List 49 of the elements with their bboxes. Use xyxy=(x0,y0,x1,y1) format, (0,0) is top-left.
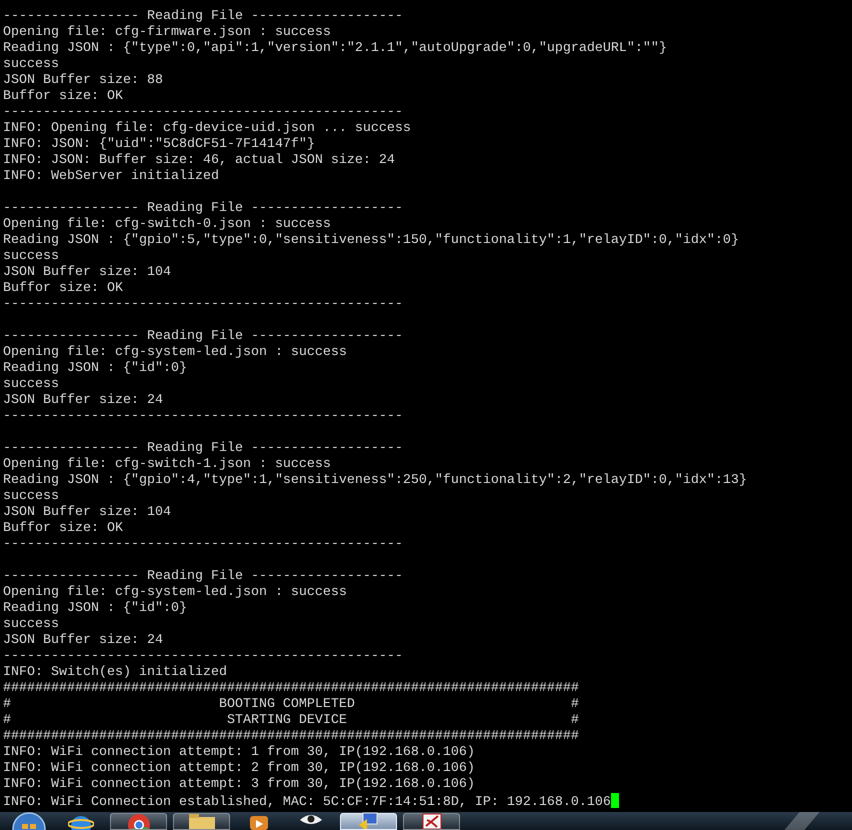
terminal-line: INFO: JSON: Buffer size: 46, actual JSON size: 24 xyxy=(3,153,395,169)
terminal-line: ######################################################################## xyxy=(3,729,579,745)
terminal-line: Buffor size: OK xyxy=(3,521,123,537)
terminal-line: Opening file: cfg-switch-1.json : success xyxy=(3,457,331,473)
terminal-line: INFO: WiFi connection attempt: 2 from 30, IP(192.168.0.106) xyxy=(3,761,475,777)
terminal-line: INFO: WebServer initialized xyxy=(3,169,219,185)
terminal-line: INFO: WiFi Connection established, MAC: 5C:CF:7F:14:51:8D, IP: 192.168.0.106 xyxy=(3,795,611,811)
terminal-line: JSON Buffer size: 104 xyxy=(3,265,171,281)
terminal-line: JSON Buffer size: 104 xyxy=(3,505,171,521)
terminal-line: ----------------- Reading File ------------------- xyxy=(3,9,403,25)
terminal-line: Reading JSON : {"type":0,"api":1,"version":"2.1.1","autoUpgrade":0,"upgradeURL":""} xyxy=(3,41,667,57)
terminal-line: success xyxy=(3,489,59,505)
terminal-line: Opening file: cfg-system-led.json : success xyxy=(3,345,347,361)
terminal-line: Buffor size: OK xyxy=(3,89,123,105)
start-orb-icon[interactable] xyxy=(12,812,46,830)
terminal-line: ----------------- Reading File ------------------- xyxy=(3,201,403,217)
terminal-line: # STARTING DEVICE # xyxy=(3,713,579,729)
terminal-line: Reading JSON : {"gpio":5,"type":0,"sensitiveness":150,"functionality":1,"relayID":0,"idx":0} xyxy=(3,233,739,249)
terminal-line: Buffor size: OK xyxy=(3,281,123,297)
terminal-line: -------------------------------------------------- xyxy=(3,649,403,665)
terminal-line: -------------------------------------------------- xyxy=(3,409,403,425)
terminal-line: success xyxy=(3,377,59,393)
terminal-line: ----------------- Reading File ------------------- xyxy=(3,329,403,345)
terminal-line: success xyxy=(3,617,59,633)
terminal-line: ----------------- Reading File ------------------- xyxy=(3,569,403,585)
terminal-line: INFO: Switch(es) initialized xyxy=(3,665,227,681)
terminal-line: JSON Buffer size: 24 xyxy=(3,393,163,409)
terminal-line: -------------------------------------------------- xyxy=(3,297,403,313)
terminal-line: INFO: JSON: {"uid":"5C8dCF51-7F14147f"} xyxy=(3,137,315,153)
terminal-line: JSON Buffer size: 24 xyxy=(3,633,163,649)
terminal-line: INFO: WiFi connection attempt: 3 from 30, IP(192.168.0.106) xyxy=(3,777,475,793)
terminal-line: # BOOTING COMPLETED # xyxy=(3,697,579,713)
terminal-line: INFO: WiFi connection attempt: 1 from 30, IP(192.168.0.106) xyxy=(3,745,475,761)
terminal-line: JSON Buffer size: 88 xyxy=(3,73,163,89)
terminal-line: ----------------- Reading File ------------------- xyxy=(3,441,403,457)
chrome-icon[interactable] xyxy=(126,812,152,829)
terminal-line: Opening file: cfg-switch-0.json : success xyxy=(3,217,331,233)
terminal-line: INFO: Opening file: cfg-device-uid.json ... success xyxy=(3,121,411,137)
terminal-line: Reading JSON : {"gpio":4,"type":1,"sensitiveness":250,"functionality":2,"relayID":0,"idx":13} xyxy=(3,473,747,489)
terminal-line: -------------------------------------------------- xyxy=(3,105,403,121)
terminal-line: success xyxy=(3,57,59,73)
terminal-line: ######################################################################## xyxy=(3,681,579,697)
terminal-line: -------------------------------------------------- xyxy=(3,537,403,553)
folder-icon[interactable] xyxy=(186,812,216,829)
terminal-line: Reading JSON : {"id":0} xyxy=(3,601,187,617)
terminal-line: success xyxy=(3,249,59,265)
terminal-line: Opening file: cfg-firmware.json : success xyxy=(3,25,331,41)
terminal-line: Reading JSON : {"id":0} xyxy=(3,361,187,377)
terminal-line: Opening file: cfg-system-led.json : success xyxy=(3,585,347,601)
